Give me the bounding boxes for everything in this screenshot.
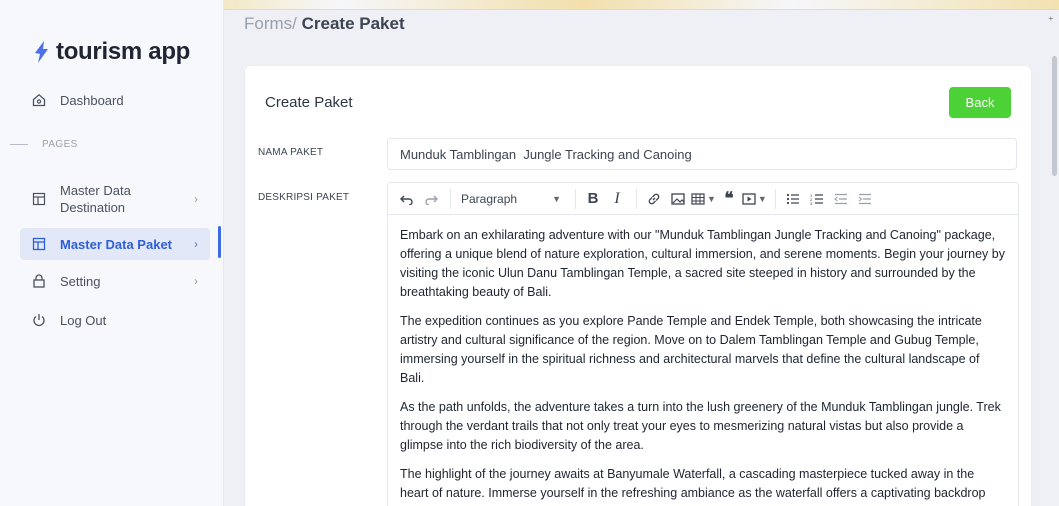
paragraph-style-select[interactable]: Paragraph ▼	[457, 188, 567, 210]
card-title: Create Paket	[265, 94, 353, 111]
page-title: Create Paket	[301, 14, 405, 33]
redo-icon[interactable]	[420, 188, 442, 210]
nama-paket-label: NAMA PAKET	[258, 147, 324, 158]
sidebar-item-label: Log Out	[60, 312, 107, 328]
chevron-right-icon: ›	[194, 192, 198, 206]
sidebar: tourism app Dashboard PAGES Master Data …	[0, 0, 224, 506]
editor-paragraph: Embark on an exhilarating adventure with…	[400, 228, 1005, 299]
sidebar-item-label: Master Data Paket	[60, 236, 172, 252]
table-insert-icon[interactable]: ▼	[691, 188, 716, 210]
sidebar-item-master-data-paket[interactable]: Master Data Paket ›	[20, 228, 210, 260]
sidebar-item-master-data-destination[interactable]: Master Data Destination ›	[20, 181, 210, 217]
create-paket-card: Create Paket Back NAMA PAKET DESKRIPSI P…	[245, 66, 1031, 506]
indent-icon[interactable]	[854, 188, 876, 210]
active-indicator	[218, 226, 221, 258]
back-button[interactable]: Back	[949, 87, 1011, 118]
lock-icon	[32, 274, 46, 288]
bold-icon[interactable]: B	[582, 188, 604, 210]
breadcrumb-parent[interactable]: Forms/	[244, 14, 297, 33]
sidebar-item-label: Setting	[60, 273, 101, 289]
undo-icon[interactable]	[396, 188, 418, 210]
chevron-right-icon: ›	[194, 237, 198, 251]
table-icon	[32, 237, 46, 251]
power-icon	[32, 313, 46, 327]
media-embed-icon[interactable]: ▼	[742, 188, 767, 210]
block-quote-icon[interactable]: ❝	[718, 188, 740, 210]
app-name: tourism app	[56, 38, 191, 65]
editor-paragraph: The highlight of the journey awaits at B…	[400, 467, 986, 500]
bulleted-list-icon[interactable]	[782, 188, 804, 210]
chevron-right-icon: ›	[194, 274, 198, 288]
breadcrumb: Forms/ Create Paket	[244, 14, 405, 34]
sidebar-item-label: Master Data Destination	[60, 183, 131, 215]
editor-toolbar: Paragraph ▼ B I ▼ ❝ ▼ 1 2 3	[388, 183, 1018, 215]
table-icon	[32, 192, 46, 206]
sidebar-item-logout[interactable]: Log Out	[20, 310, 210, 330]
chevron-down-icon: ▼	[757, 193, 767, 204]
italic-icon[interactable]: I	[606, 188, 628, 210]
outdent-icon[interactable]	[830, 188, 852, 210]
editor-content[interactable]: Embark on an exhilarating adventure with…	[388, 215, 1018, 506]
app-logo[interactable]: tourism app	[32, 38, 190, 66]
home-icon	[32, 93, 46, 107]
section-label-pages: PAGES	[0, 139, 78, 150]
nama-paket-input[interactable]	[387, 138, 1017, 170]
window-control-icon[interactable]: ⁺	[1048, 14, 1054, 27]
bolt-logo-icon	[35, 41, 48, 63]
page-scrollbar[interactable]	[1052, 56, 1057, 176]
rich-text-editor: Paragraph ▼ B I ▼ ❝ ▼ 1 2 3 Embark on an…	[387, 182, 1019, 506]
sidebar-item-setting[interactable]: Setting ›	[20, 271, 210, 291]
sidebar-item-label: Dashboard	[60, 92, 124, 108]
editor-paragraph: The expedition continues as you explore …	[400, 314, 982, 385]
chevron-down-icon: ▼	[707, 193, 716, 204]
sidebar-item-dashboard[interactable]: Dashboard	[20, 90, 210, 110]
svg-text:3: 3	[810, 201, 813, 205]
deskripsi-paket-label: DESKRIPSI PAKET	[258, 192, 350, 203]
editor-paragraph: As the path unfolds, the adventure takes…	[400, 400, 1001, 452]
numbered-list-icon[interactable]: 123	[806, 188, 828, 210]
chevron-down-icon: ▼	[552, 193, 561, 204]
link-icon[interactable]	[643, 188, 665, 210]
image-icon[interactable]	[667, 188, 689, 210]
